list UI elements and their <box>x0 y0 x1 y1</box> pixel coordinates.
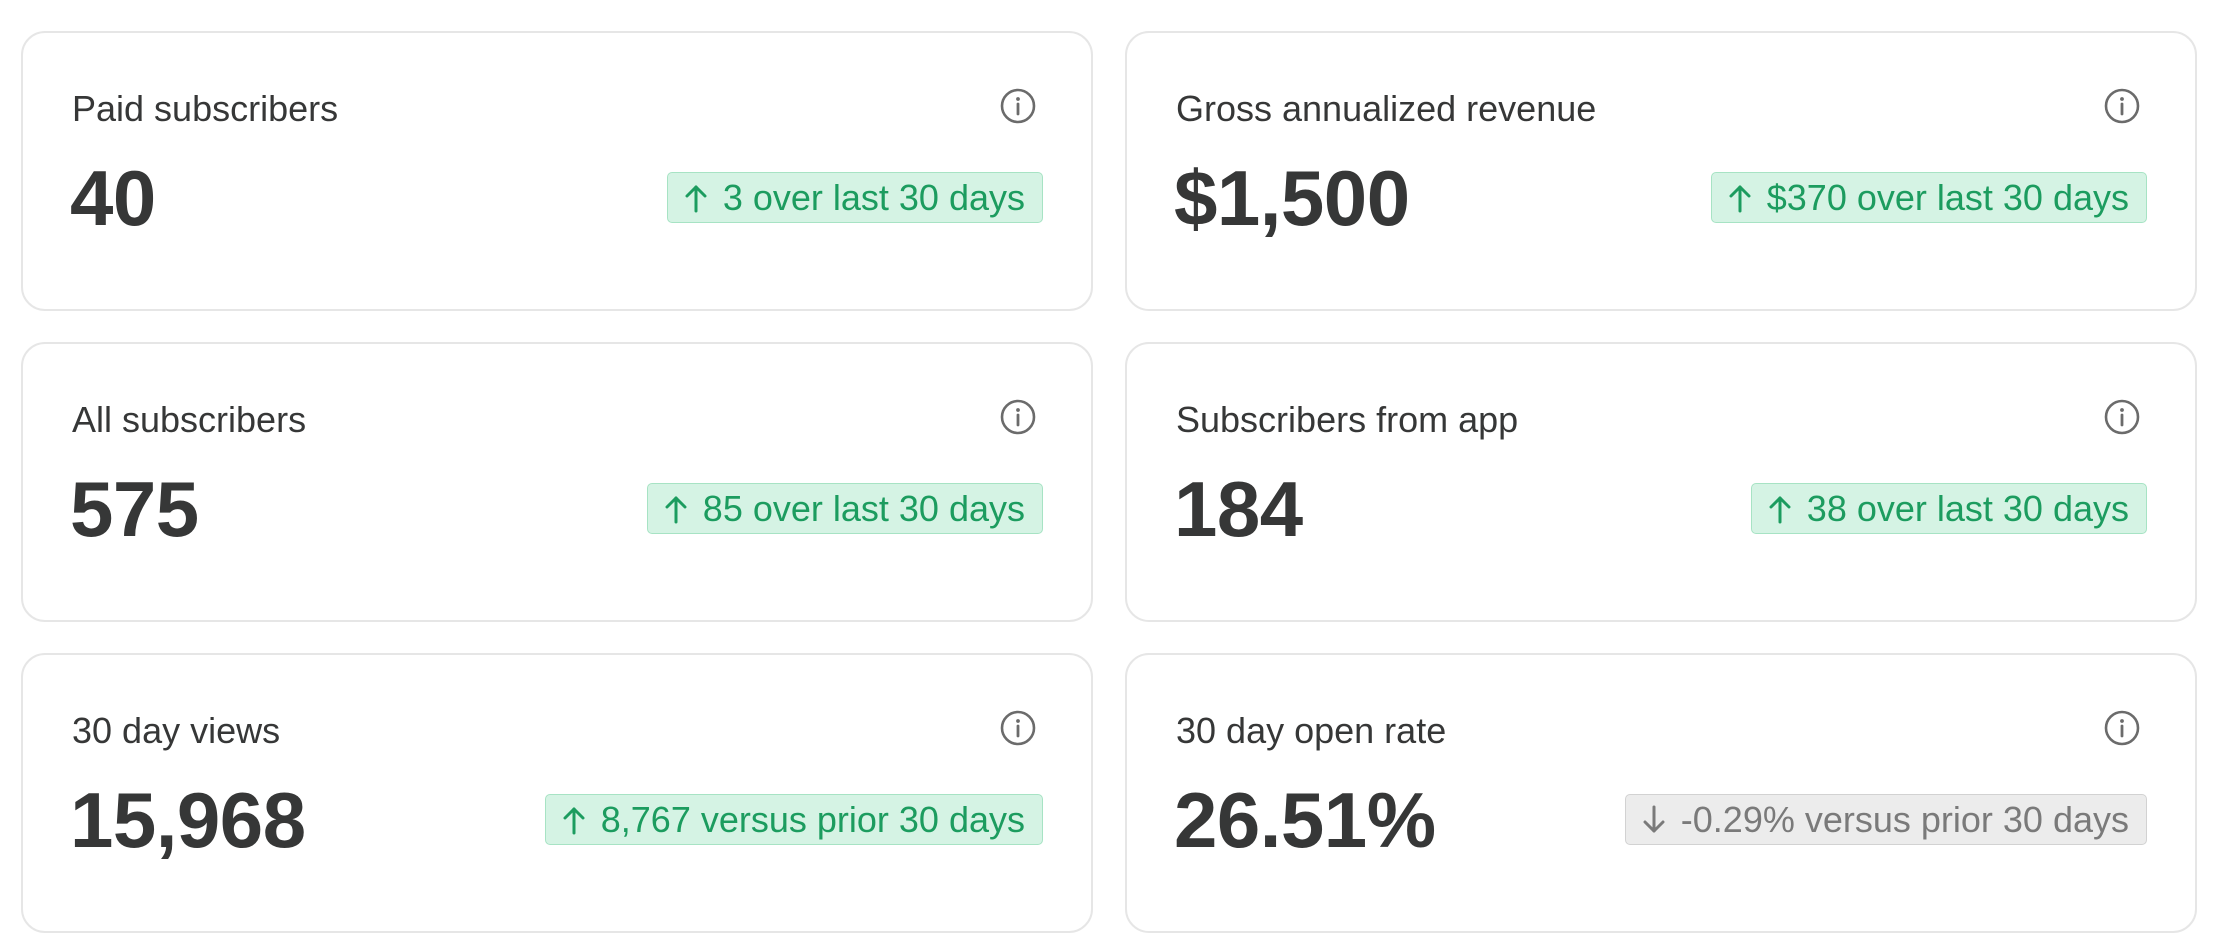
stat-card-paid-subscribers: Paid subscribers 40 3 over last 30 days <box>21 31 1093 311</box>
stat-value: 184 <box>1174 465 1303 553</box>
info-icon[interactable] <box>2103 87 2141 125</box>
arrow-up-icon <box>1727 182 1753 214</box>
info-icon[interactable] <box>2103 398 2141 436</box>
change-text: 3 over last 30 days <box>722 177 1025 218</box>
card-title: Subscribers from app <box>1176 399 1519 440</box>
change-badge: 38 over last 30 days <box>1750 483 2147 534</box>
change-text: -0.29% versus prior 30 days <box>1680 799 2129 840</box>
card-title: 30 day open rate <box>1176 710 1447 751</box>
change-badge: 3 over last 30 days <box>666 172 1043 223</box>
change-badge: -0.29% versus prior 30 days <box>1624 794 2147 845</box>
info-icon[interactable] <box>2103 709 2141 747</box>
stat-value: 40 <box>70 154 156 242</box>
arrow-up-icon <box>683 182 709 214</box>
card-title: All subscribers <box>72 399 307 440</box>
info-icon[interactable] <box>999 398 1037 436</box>
stat-value: $1,500 <box>1174 154 1410 242</box>
stat-value: 575 <box>70 465 199 553</box>
arrow-down-icon <box>1641 804 1667 836</box>
info-icon[interactable] <box>999 87 1037 125</box>
change-text: 8,767 versus prior 30 days <box>600 799 1025 840</box>
arrow-up-icon <box>1767 493 1793 525</box>
stat-value: 15,968 <box>70 776 306 864</box>
change-badge: $370 over last 30 days <box>1710 172 2147 223</box>
stat-value: 26.51% <box>1174 776 1436 864</box>
stat-card-gross-annualized-revenue: Gross annualized revenue $1,500 $370 ove… <box>1125 31 2197 311</box>
change-badge: 85 over last 30 days <box>646 483 1043 534</box>
stat-card-30-day-views: 30 day views 15,968 8,767 versus prior 3… <box>21 653 1093 933</box>
change-badge: 8,767 versus prior 30 days <box>544 794 1043 845</box>
arrow-up-icon <box>663 493 689 525</box>
stat-card-subscribers-from-app: Subscribers from app 184 38 over last 30… <box>1125 342 2197 622</box>
info-icon[interactable] <box>999 709 1037 747</box>
card-title: 30 day views <box>72 710 281 751</box>
change-text: $370 over last 30 days <box>1766 177 2129 218</box>
stat-card-30-day-open-rate: 30 day open rate 26.51% -0.29% versus pr… <box>1125 653 2197 933</box>
change-text: 85 over last 30 days <box>702 488 1025 529</box>
card-title: Gross annualized revenue <box>1176 88 1597 129</box>
stats-grid: Paid subscribers 40 3 over last 30 days … <box>21 31 2197 933</box>
card-title: Paid subscribers <box>72 88 339 129</box>
arrow-up-icon <box>561 804 587 836</box>
change-text: 38 over last 30 days <box>1806 488 2129 529</box>
stat-card-all-subscribers: All subscribers 575 85 over last 30 days <box>21 342 1093 622</box>
